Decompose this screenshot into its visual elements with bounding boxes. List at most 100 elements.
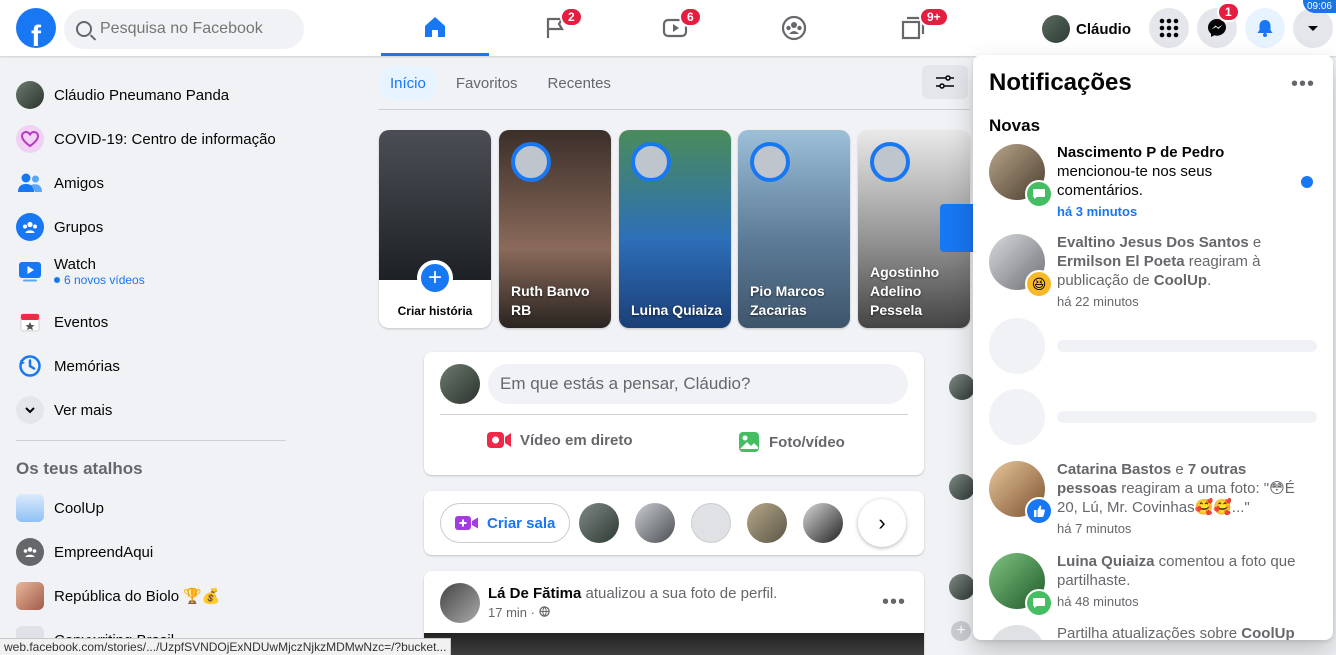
new-message-icon[interactable]: + (951, 621, 971, 641)
rooms-next-button[interactable]: › (858, 499, 906, 547)
story-card[interactable]: Pio Marcos Zacarias (738, 130, 850, 328)
chevron-down-icon (16, 396, 44, 424)
post-more-button[interactable]: ••• (882, 591, 906, 614)
nav-pages-tab[interactable]: 2 (502, 0, 610, 56)
create-story-card[interactable]: + Criar história (379, 130, 491, 328)
menu-button[interactable] (1149, 8, 1189, 48)
avatar[interactable] (949, 374, 975, 400)
post-card: Lá De Fătima atualizou a sua foto de per… (424, 571, 924, 655)
notification-actor: Ermilson El Poeta (1057, 253, 1185, 270)
notification-item[interactable]: Nascimento P de Pedro mencionou-te nos s… (981, 144, 1325, 219)
sidebar-item-watch[interactable]: Watch 6 novos vídeos (8, 249, 292, 293)
avatar[interactable] (949, 574, 975, 600)
story-avatar (631, 142, 671, 182)
shortcut-empreendaqui[interactable]: EmpreendAqui (8, 530, 292, 574)
search-icon (76, 21, 92, 37)
post-photo[interactable] (424, 633, 924, 655)
tab-inicio[interactable]: Início (378, 66, 438, 100)
post-time[interactable]: 17 min · (488, 605, 550, 620)
notifications-options-button[interactable]: ••• (1291, 73, 1315, 96)
notification-text: Partilha atualizações sobre (1057, 625, 1242, 640)
notification-item[interactable]: Luina Quiaiza comentou a foto que partil… (981, 553, 1325, 619)
live-video-button[interactable]: Vídeo em direto (486, 430, 633, 450)
shortcut-republica[interactable]: República do Biolo 🏆💰 (8, 574, 292, 618)
search-box[interactable] (64, 9, 304, 49)
notification-target: CoolUp (1153, 272, 1208, 289)
post-author[interactable]: Lá De Fătima (488, 585, 581, 602)
sidebar-item-label: CoolUp (54, 499, 105, 517)
avatar[interactable] (949, 474, 975, 500)
profile-name: Cláudio (1076, 20, 1131, 38)
notifications-panel: Notificações ••• Novas Nascimento P de P… (973, 55, 1333, 640)
create-room-button[interactable]: Criar sala (440, 503, 571, 543)
shortcut-republica-icon (16, 582, 44, 610)
sponsored-tile[interactable] (940, 204, 974, 252)
avatar[interactable] (691, 503, 731, 543)
watch-new-videos: 6 novos vídeos (54, 273, 145, 287)
notification-item[interactable]: Partilha atualizações sobre CoolUp (981, 625, 1325, 640)
covid-heart-icon (16, 125, 44, 153)
shortcut-coolup-icon (16, 494, 44, 522)
plus-icon: + (417, 260, 453, 296)
notification-item[interactable]: Catarina Bastos e 7 outras pessoas reagi… (981, 461, 1325, 541)
story-avatar (870, 142, 910, 182)
post-action: atualizou a sua foto de perfil. (581, 585, 778, 602)
account-button[interactable] (1293, 8, 1333, 48)
avatar (989, 625, 1045, 640)
notification-text: mencionou-te nos seus comentários. (1057, 163, 1213, 199)
composer-input[interactable]: Em que estás a pensar, Cláudio? (488, 364, 908, 404)
notifications-section-new: Novas (989, 116, 1041, 135)
notification-skeleton (981, 318, 1325, 374)
avatar[interactable] (803, 503, 843, 543)
search-input[interactable] (100, 20, 290, 38)
avatar[interactable] (579, 503, 619, 543)
nav-gaming-tab[interactable]: 9+ (859, 0, 967, 56)
sidebar-item-memories[interactable]: Memórias (8, 344, 292, 388)
pages-badge: 2 (560, 7, 583, 27)
groups-icon (16, 213, 44, 241)
corner-clock: 09:06 (1302, 0, 1336, 13)
avatar[interactable] (440, 583, 480, 623)
profile-chip[interactable]: Cláudio (1038, 12, 1139, 46)
notification-text: e (1248, 234, 1262, 251)
post-time-label: 17 min · (488, 605, 535, 620)
messenger-button[interactable]: 1 (1197, 2, 1240, 48)
story-card[interactable]: Luina Quiaiza (619, 130, 731, 328)
sidebar-item-see-more[interactable]: Ver mais (8, 388, 292, 432)
tab-favoritos[interactable]: Favoritos (444, 66, 530, 100)
notifications-title: Notificações (989, 69, 1132, 96)
tab-recentes[interactable]: Recentes (536, 66, 623, 100)
sidebar-item-friends[interactable]: Amigos (8, 161, 292, 205)
shortcut-coolup[interactable]: CoolUp (8, 486, 292, 530)
sidebar-item-label: Cláudio Pneumano Panda (54, 86, 230, 104)
watch-badge: 6 (679, 7, 702, 27)
rooms-card: Criar sala › (424, 491, 924, 555)
nav-groups-tab[interactable] (740, 0, 848, 56)
avatar[interactable] (635, 503, 675, 543)
notifications-button[interactable] (1245, 8, 1285, 48)
sidebar-divider (16, 440, 286, 441)
haha-reaction-icon: 😆 (1025, 270, 1053, 298)
notification-item[interactable]: 😆 Evaltino Jesus Dos Santos e Ermilson E… (981, 234, 1325, 309)
sidebar-item-groups[interactable]: Grupos (8, 205, 292, 249)
story-card[interactable]: Ruth Banvo RB (499, 130, 611, 328)
sidebar-item-covid[interactable]: COVID-19: Centro de informação (8, 117, 292, 161)
notification-target: CoolUp (1241, 625, 1295, 640)
sidebar-item-label: Memórias (54, 357, 120, 375)
group-icon (16, 538, 44, 566)
notification-text: . (1207, 272, 1212, 289)
sidebar-item-events[interactable]: Eventos (8, 300, 292, 344)
photo-video-button[interactable]: Foto/vídeo (737, 430, 845, 454)
nav-home-tab[interactable] (381, 0, 489, 56)
nav-watch-tab[interactable]: 6 (621, 0, 729, 56)
facebook-logo[interactable]: f (16, 8, 56, 48)
notification-skeleton (981, 389, 1325, 445)
sidebar-item-label: Ver mais (54, 401, 113, 419)
caret-down-icon (1308, 26, 1318, 31)
sidebar-item-profile[interactable]: Cláudio Pneumano Panda (8, 73, 292, 117)
messenger-badge: 1 (1217, 2, 1240, 22)
friends-icon (16, 169, 44, 197)
create-room-label: Criar sala (487, 514, 556, 532)
avatar[interactable] (747, 503, 787, 543)
story-avatar (511, 142, 551, 182)
